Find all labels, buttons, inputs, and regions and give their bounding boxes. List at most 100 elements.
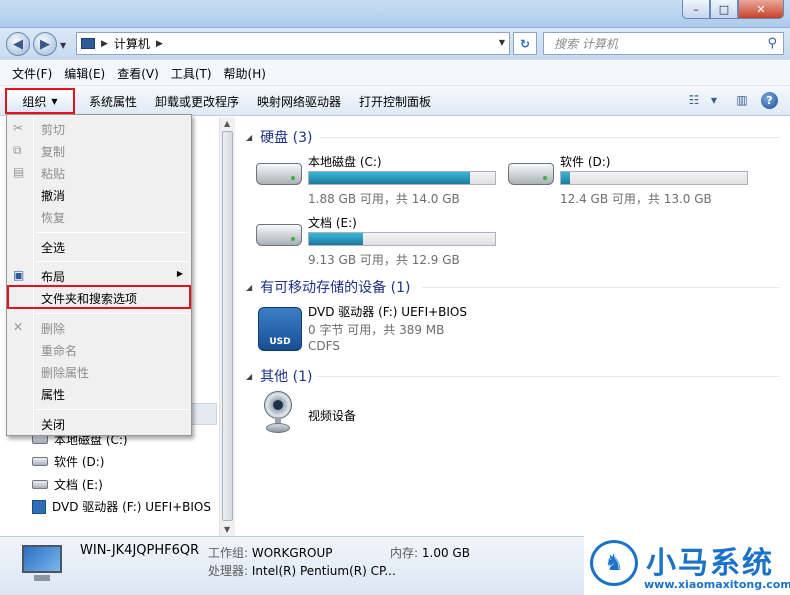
hard-drive-icon xyxy=(508,163,554,185)
menu-item-select-all[interactable]: 全选 xyxy=(41,239,65,256)
command-list: 系统属性 卸载或更改程序 映射网络驱动器 打开控制面板 xyxy=(80,86,440,116)
menu-item-undo[interactable]: 撤消 xyxy=(41,187,65,204)
computer-icon xyxy=(20,545,64,581)
menu-tools[interactable]: 工具(T) xyxy=(165,65,218,82)
scroll-up-icon[interactable]: ▲ xyxy=(224,119,230,128)
drive-d[interactable]: 软件 (D:) 12.4 GB 可用，共 13.0 GB xyxy=(508,153,758,209)
uninstall-program-button[interactable]: 卸载或更改程序 xyxy=(146,93,248,110)
change-view-icon[interactable]: ☷ xyxy=(685,91,703,109)
layout-icon: ▣ xyxy=(13,268,25,282)
back-button[interactable]: ◀ xyxy=(6,32,30,56)
memory-label: 内存: xyxy=(390,546,419,560)
search-input[interactable]: 搜索 计算机 ⚲ xyxy=(543,32,784,55)
scrollbar-thumb[interactable] xyxy=(222,131,233,521)
search-icon[interactable]: ⚲ xyxy=(767,36,777,51)
drive-usage-bar xyxy=(308,171,496,185)
breadcrumb-computer[interactable]: 计算机 xyxy=(114,35,150,52)
back-arrow-icon: ◀ xyxy=(13,36,23,52)
menu-item-folder-options[interactable]: 文件夹和搜索选项 xyxy=(41,290,137,307)
menu-item-layout[interactable]: 布局 xyxy=(41,268,65,285)
drive-usage-bar xyxy=(308,232,496,246)
system-properties-button[interactable]: 系统属性 xyxy=(80,93,146,110)
workgroup-field: 工作组: WORKGROUP xyxy=(208,544,333,561)
group-header-removable[interactable]: ◢ 有可移动存储的设备 (1) xyxy=(246,277,410,297)
menu-separator xyxy=(35,232,189,233)
organize-menu: ✂ 剪切 ⧉ 复制 ▤ 粘贴 撤消 恢复 全选 ▣ 布局 ▶ 文件夹和搜索选项 … xyxy=(6,114,192,436)
tree-item-d[interactable]: 软件 (D:) xyxy=(32,451,211,474)
refresh-button[interactable]: ↻ xyxy=(513,32,537,55)
menu-item-cut[interactable]: 剪切 xyxy=(41,121,65,138)
tree-item-label: 软件 (D:) xyxy=(54,455,105,470)
minimize-button[interactable]: – xyxy=(682,0,710,19)
brand-name: 小马系统 xyxy=(646,546,774,581)
collapse-triangle-icon[interactable]: ◢ xyxy=(246,372,252,381)
preview-pane-icon[interactable]: ▥ xyxy=(733,91,751,109)
group-header-hdd[interactable]: ◢ 硬盘 (3) xyxy=(246,127,312,147)
delete-x-icon: ✕ xyxy=(13,320,24,334)
recent-pages-dropdown-icon[interactable]: ▼ xyxy=(60,41,66,50)
tree-item-f[interactable]: DVD 驱动器 (F:) UEFI+BIOS xyxy=(32,496,211,519)
breadcrumb-separator-icon[interactable]: ▶ xyxy=(101,39,108,49)
refresh-icon: ↻ xyxy=(519,36,531,51)
menu-item-copy[interactable]: 复制 xyxy=(41,143,65,160)
webcam-lens xyxy=(264,391,292,419)
menu-file[interactable]: 文件(F) xyxy=(6,65,58,82)
open-control-panel-button[interactable]: 打开控制面板 xyxy=(350,93,440,110)
tree-item-e[interactable]: 文档 (E:) xyxy=(32,473,211,496)
drive-e[interactable]: 文档 (E:) 9.13 GB 可用，共 12.9 GB xyxy=(256,214,506,270)
menu-gutter xyxy=(33,117,34,433)
drive-capacity: 1.88 GB 可用，共 14.0 GB xyxy=(308,192,460,206)
collapse-triangle-icon[interactable]: ◢ xyxy=(246,283,252,292)
drive-c[interactable]: 本地磁盘 (C:) 1.88 GB 可用，共 14.0 GB xyxy=(256,153,506,209)
dvd-name[interactable]: DVD 驱动器 (F:) UEFI+BIOS xyxy=(308,303,467,320)
menu-item-close[interactable]: 关闭 xyxy=(41,416,65,433)
menu-item-redo[interactable]: 恢复 xyxy=(41,209,65,226)
chevron-down-icon: ▼ xyxy=(51,96,58,106)
hard-drive-icon xyxy=(256,224,302,246)
close-button[interactable]: ✕ xyxy=(738,0,784,19)
navigation-scrollbar[interactable]: ▲ ▼ xyxy=(219,117,235,536)
menu-item-properties[interactable]: 属性 xyxy=(41,386,65,403)
organize-button[interactable]: 组织 ▼ xyxy=(5,88,75,114)
scroll-down-icon[interactable]: ▼ xyxy=(224,525,230,534)
collapse-triangle-icon[interactable]: ◢ xyxy=(246,133,252,142)
drive-name: 本地磁盘 (C:) xyxy=(308,155,382,169)
menu-view[interactable]: 查看(V) xyxy=(111,65,165,82)
dvd-icon-label: USD xyxy=(269,337,291,347)
copy-icon: ⧉ xyxy=(13,143,22,157)
group-header-other[interactable]: ◢ 其他 (1) xyxy=(246,366,312,386)
menu-item-remove-properties[interactable]: 删除属性 xyxy=(41,364,89,381)
group-divider xyxy=(422,287,780,288)
group-divider xyxy=(316,376,780,377)
address-bar[interactable]: ▶ 计算机 ▶ ▼ xyxy=(76,32,510,55)
map-network-drive-button[interactable]: 映射网络驱动器 xyxy=(248,93,350,110)
dvd-drive-icon[interactable]: USD xyxy=(258,307,302,351)
menu-help[interactable]: 帮助(H) xyxy=(218,65,272,82)
webcam-icon[interactable] xyxy=(260,391,296,437)
forward-button[interactable]: ▶ xyxy=(33,32,57,56)
menu-item-rename[interactable]: 重命名 xyxy=(41,342,77,359)
address-dropdown-icon[interactable]: ▼ xyxy=(499,38,505,47)
search-placeholder: 搜索 计算机 xyxy=(554,37,618,51)
content-pane: ◢ 硬盘 (3) 本地磁盘 (C:) 1.88 GB 可用，共 14.0 GB … xyxy=(236,117,790,536)
hard-drive-icon xyxy=(32,479,48,489)
watermark-logo: ♞ 小马系统 www.xiaomaxitong.com xyxy=(584,536,790,595)
view-dropdown-icon[interactable]: ▼ xyxy=(705,91,723,109)
group-title: 硬盘 (3) xyxy=(260,130,313,146)
forward-arrow-icon: ▶ xyxy=(40,36,50,52)
cpu-value: Intel(R) Pentium(R) CP... xyxy=(251,564,396,578)
memory-value: 1.00 GB xyxy=(421,546,470,560)
menu-item-paste[interactable]: 粘贴 xyxy=(41,165,65,182)
selected-tree-item[interactable] xyxy=(190,403,217,425)
drive-name: 软件 (D:) xyxy=(560,155,611,169)
menu-separator xyxy=(35,313,189,314)
menu-item-delete[interactable]: 删除 xyxy=(41,320,65,337)
video-device-label[interactable]: 视频设备 xyxy=(308,407,356,424)
help-icon[interactable]: ? xyxy=(761,91,778,109)
dvd-filesystem: CDFS xyxy=(308,339,340,353)
breadcrumb-separator-icon[interactable]: ▶ xyxy=(156,39,163,49)
drive-capacity: 12.4 GB 可用，共 13.0 GB xyxy=(560,192,712,206)
maximize-button[interactable]: □ xyxy=(710,0,738,19)
menu-bar: 文件(F) 编辑(E) 查看(V) 工具(T) 帮助(H) xyxy=(0,61,790,86)
menu-edit[interactable]: 编辑(E) xyxy=(58,65,111,82)
